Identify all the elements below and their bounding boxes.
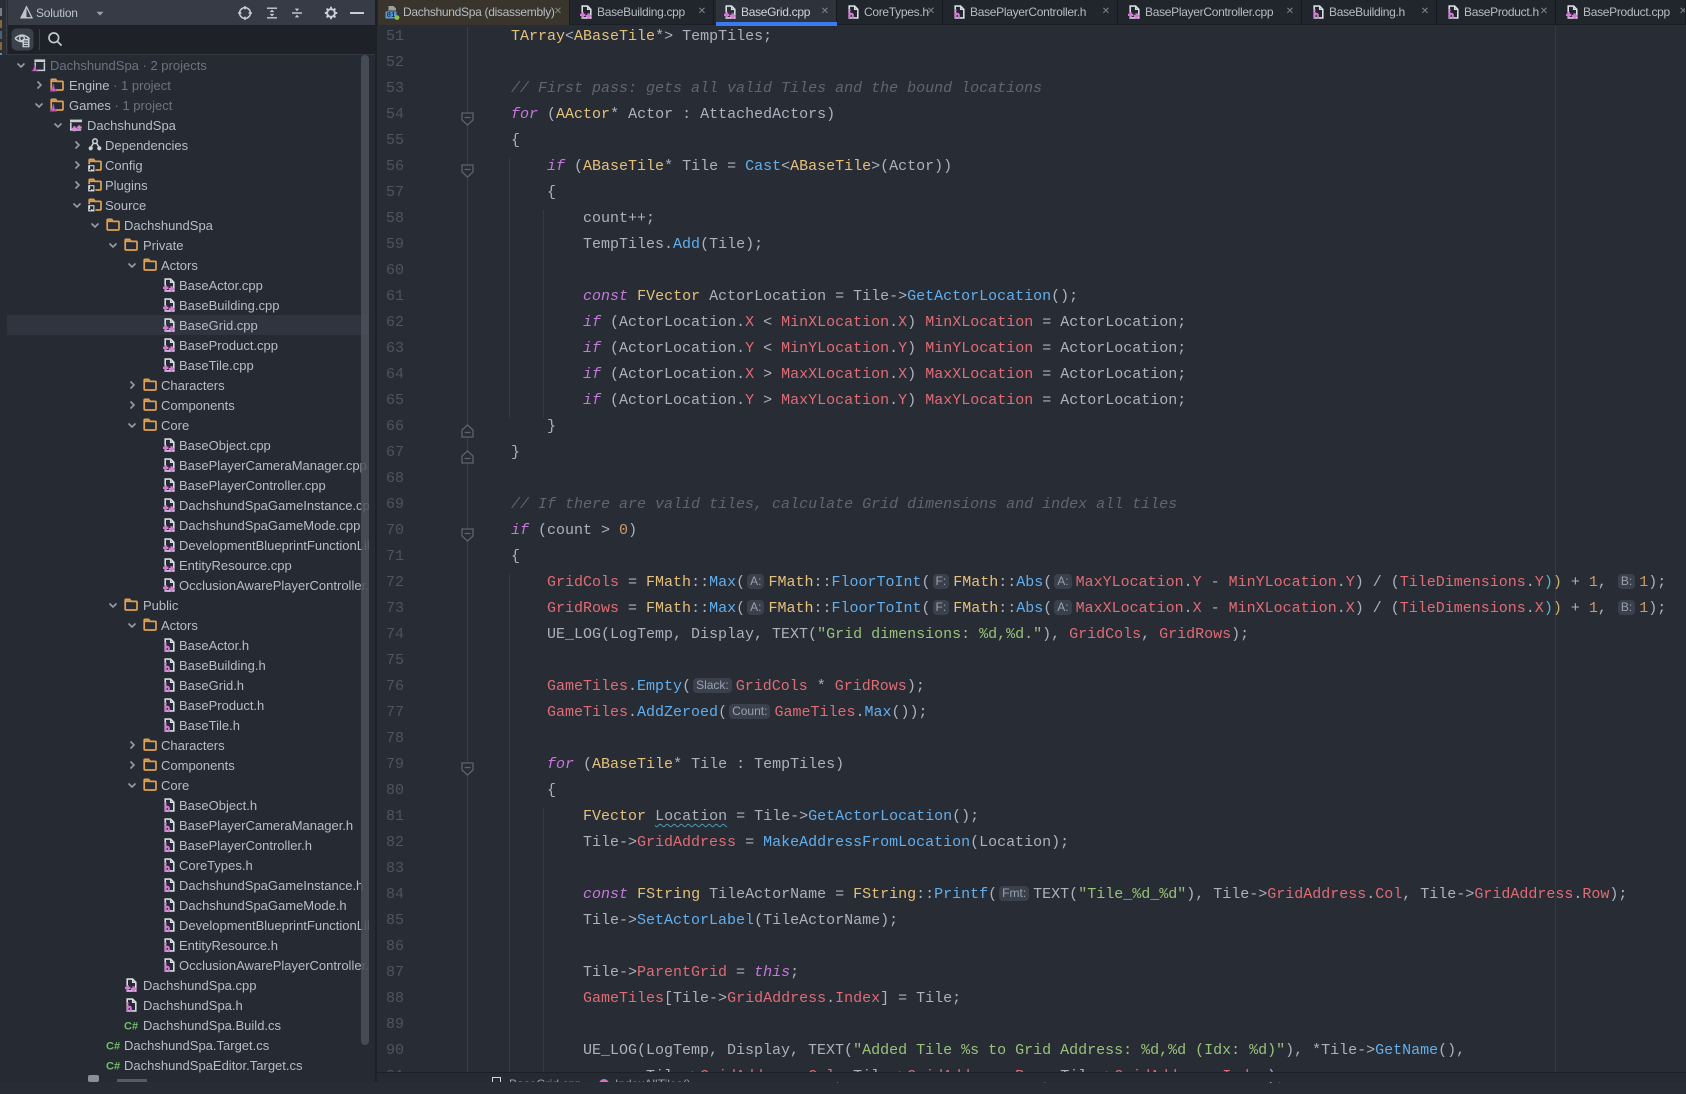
svg-text:C#: C# (106, 1061, 120, 1073)
svg-text:01: 01 (387, 12, 396, 20)
svg-text:C#: C# (124, 1021, 138, 1033)
svg-text:C#: C# (106, 1041, 120, 1053)
